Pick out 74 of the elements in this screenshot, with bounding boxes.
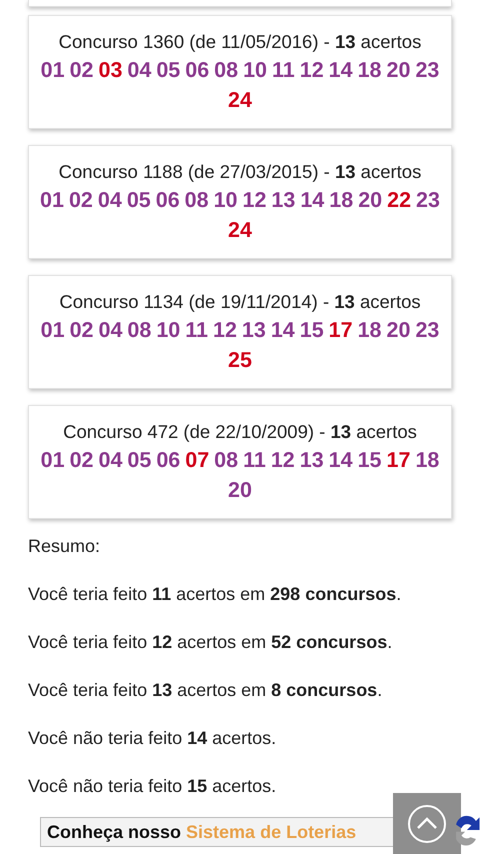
lottery-number: 13 xyxy=(271,187,296,214)
lottery-number: 24 xyxy=(228,217,252,244)
lottery-number: 01 xyxy=(40,187,64,214)
lottery-number: 14 xyxy=(328,447,353,474)
lottery-number: 22 xyxy=(387,187,412,214)
promo-text: Conheça nosso xyxy=(47,822,182,842)
lottery-number: 12 xyxy=(300,57,324,84)
lottery-number: 08 xyxy=(127,317,152,344)
lottery-number: 11 xyxy=(272,57,295,84)
lottery-number: 12 xyxy=(242,187,266,214)
lottery-number: 02 xyxy=(70,317,94,344)
lottery-number: 15 xyxy=(358,447,382,474)
lottery-number: 14 xyxy=(300,187,324,214)
lottery-number: 18 xyxy=(415,447,440,474)
lottery-number: 08 xyxy=(184,187,209,214)
lottery-number: 23 xyxy=(415,57,440,84)
scroll-top-button[interactable] xyxy=(393,793,461,854)
lottery-number: 01 xyxy=(40,447,65,474)
chevron-up-icon xyxy=(407,804,447,844)
lottery-number: 23 xyxy=(416,187,440,214)
lottery-number: 06 xyxy=(185,57,210,84)
lottery-number: 06 xyxy=(156,187,180,214)
summary-title: Resumo: xyxy=(28,535,100,557)
summary-line: Você teria feito 12 acertos em 52 concursos. xyxy=(28,631,392,653)
lottery-number: 08 xyxy=(214,57,238,84)
lottery-number: 04 xyxy=(98,187,122,214)
lottery-number: 05 xyxy=(126,187,151,214)
lottery-number: 04 xyxy=(98,447,122,474)
lottery-number: 17 xyxy=(386,447,410,474)
lottery-number: 14 xyxy=(328,57,353,84)
lottery-number: 01 xyxy=(40,57,65,84)
lottery-number: 10 xyxy=(214,187,238,214)
lottery-number: 23 xyxy=(415,317,440,344)
lottery-number: 11 xyxy=(185,317,208,344)
lottery-number: 10 xyxy=(243,57,268,84)
lottery-number: 02 xyxy=(70,447,94,474)
draw-info: Concurso 472 (de 22/10/2009) - 13 acertos xyxy=(62,420,418,444)
lottery-number: 04 xyxy=(98,317,122,344)
draw-info: Concurso 1360 (de 11/05/2016) - 13 acertos xyxy=(58,30,422,54)
summary-line: Você não teria feito 15 acertos. xyxy=(28,775,276,797)
lottery-number: 20 xyxy=(386,317,410,344)
lottery-number: 12 xyxy=(212,317,237,344)
lottery-number: 15 xyxy=(300,317,324,344)
lottery-number: 01 xyxy=(40,317,65,344)
lottery-number: 18 xyxy=(329,187,354,214)
lottery-number: 04 xyxy=(127,57,152,84)
lottery-number: 13 xyxy=(300,447,324,474)
lottery-number: 06 xyxy=(156,447,180,474)
lottery-number: 10 xyxy=(156,317,180,344)
lottery-number: 17 xyxy=(328,317,353,344)
lottery-number: 12 xyxy=(270,447,295,474)
lottery-number: 03 xyxy=(98,57,122,84)
lottery-number: 25 xyxy=(228,347,252,374)
lottery-number: 20 xyxy=(386,57,410,84)
promo-link[interactable]: Sistema de Loterias xyxy=(186,822,356,842)
lottery-number: 18 xyxy=(358,317,382,344)
lottery-number: 05 xyxy=(156,57,180,84)
lottery-number: 18 xyxy=(358,57,382,84)
summary-line: Você teria feito 13 acertos em 8 concursos. xyxy=(28,679,382,701)
lottery-number: 13 xyxy=(242,317,266,344)
lottery-number: 05 xyxy=(127,447,152,474)
summary-line: Você teria feito 11 acertos em 298 concursos. xyxy=(28,583,402,605)
lottery-number: 14 xyxy=(270,317,295,344)
summary-line: Você não teria feito 14 acertos. xyxy=(28,727,276,749)
lottery-number: 02 xyxy=(68,187,93,214)
lottery-number: 20 xyxy=(358,187,382,214)
lottery-number: 20 xyxy=(228,477,252,504)
draw-info: Concurso 1134 (de 19/11/2014) - 13 acertos xyxy=(58,290,422,314)
lottery-number: 07 xyxy=(185,447,210,474)
lottery-number: 08 xyxy=(214,447,238,474)
draw-info: Concurso 1188 (de 27/03/2015) - 13 acertos xyxy=(58,160,422,184)
lottery-number: 11 xyxy=(243,447,266,474)
lottery-number: 24 xyxy=(228,87,252,114)
lottery-number: 02 xyxy=(70,57,94,84)
